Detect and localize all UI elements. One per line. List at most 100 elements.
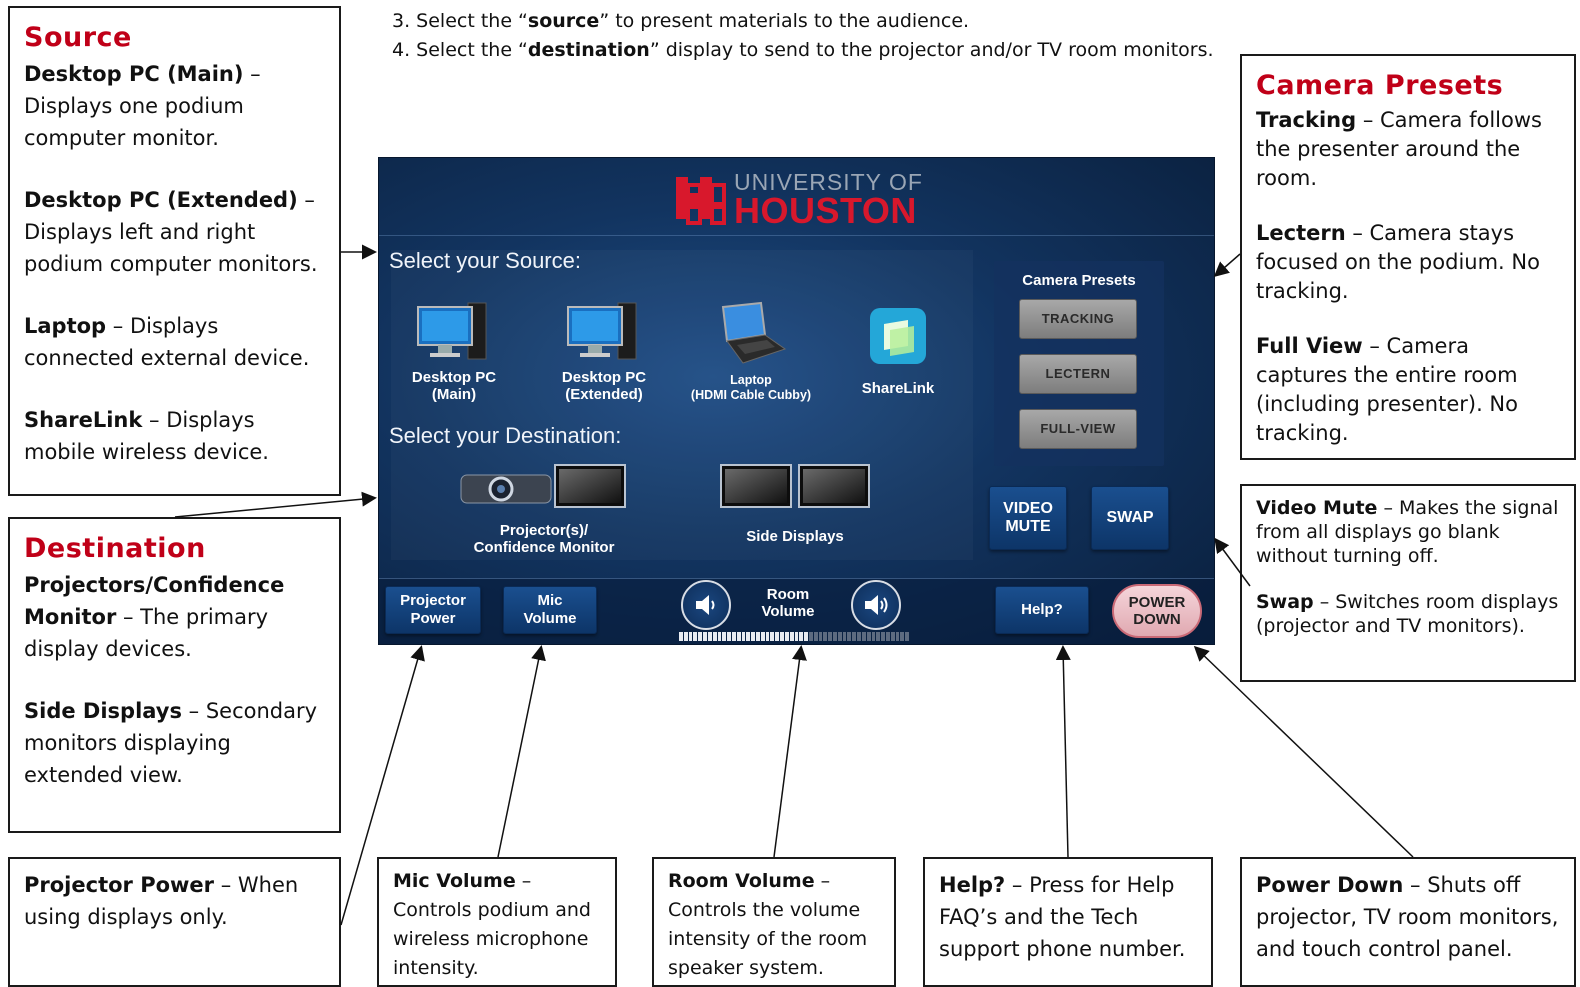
swap-button[interactable]: SWAP	[1091, 486, 1169, 550]
volume-meter-segment	[765, 632, 770, 641]
volume-meter-segment	[722, 632, 727, 641]
arrow	[1213, 253, 1241, 277]
panel-header: UNIVERSITY OF HOUSTON	[379, 158, 1214, 236]
volume-meter-segment	[731, 632, 736, 641]
room-volume-label: Room Volume	[761, 586, 815, 620]
camera-presets-title: Camera Presets	[1022, 272, 1136, 289]
camera-tracking-button[interactable]: TRACKING	[1019, 299, 1137, 339]
volume-meter-segment	[842, 632, 847, 641]
volume-meter-segment	[707, 632, 712, 641]
source-item: ShareLink – Displays mobile wireless dev…	[24, 408, 269, 464]
volume-meter-segment	[746, 632, 751, 641]
volume-meter-segment	[837, 632, 842, 641]
volume-meter-segment	[847, 632, 852, 641]
desktop-pc-icon	[567, 302, 637, 360]
volume-meter-segment	[881, 632, 885, 641]
camera-presets-heading: Camera Presets	[1256, 70, 1504, 101]
tv-monitor-icon	[720, 464, 870, 508]
source-heading: Source	[24, 22, 132, 53]
volume-meter-segment	[770, 632, 775, 641]
video-mute-button[interactable]: VIDEO MUTE	[989, 486, 1067, 550]
desktop-pc-icon	[417, 302, 487, 360]
volume-meter-segment	[823, 632, 828, 641]
volume-meter-segment	[780, 632, 784, 641]
destination-side-displays[interactable]: Side Displays	[719, 463, 871, 545]
volume-meter-segment	[775, 632, 780, 641]
volume-meter-segment	[804, 632, 808, 641]
university-logo: UNIVERSITY OF HOUSTON	[674, 170, 923, 229]
volume-meter-segment	[905, 632, 909, 641]
arrow	[497, 645, 546, 858]
source-sharelink[interactable]: ShareLink	[823, 306, 973, 397]
volume-meter-segment	[751, 632, 755, 641]
projector-power-button[interactable]: Projector Power	[385, 586, 481, 634]
volume-meter-segment	[760, 632, 765, 641]
camera-item: Lectern – Camera stays focused on the po…	[1256, 221, 1540, 303]
speaker-volume-up-icon	[865, 595, 888, 615]
volume-meter-segment	[818, 632, 823, 641]
volume-meter-segment	[885, 632, 890, 641]
volume-meter-segment	[852, 632, 857, 641]
volume-meter-segment	[698, 632, 703, 641]
source-desktop-pc-extended[interactable]: Desktop PC (Extended)	[529, 301, 679, 403]
destination-projector[interactable]: Projector(s)/Confidence Monitor	[459, 463, 629, 556]
destination-annotation-box: Destination Projectors/Confidence Monito…	[8, 517, 341, 833]
camera-full-view-button[interactable]: FULL-VIEW	[1019, 409, 1137, 449]
volume-meter-segment	[833, 632, 837, 641]
volume-meter-segment	[736, 632, 741, 641]
camera-presets-panel: Camera Presets TRACKING LECTERN FULL-VIE…	[994, 261, 1164, 466]
sharelink-icon	[870, 308, 926, 364]
power-down-annotation-box: Power Down – Shuts off projector, TV roo…	[1240, 857, 1576, 987]
uh-logo-icon	[676, 177, 726, 225]
volume-meter-segment	[741, 632, 746, 641]
instruction-step-4: 4. Select the “destination” display to s…	[392, 39, 1214, 61]
room-volume-annotation-box: Room Volume – Controls the volume intens…	[652, 857, 896, 987]
volume-meter-segment	[890, 632, 895, 641]
room-volume-meter[interactable]	[679, 632, 909, 641]
volume-meter-segment	[683, 632, 688, 641]
volume-meter-segment	[861, 632, 866, 641]
destination-item: Side Displays – Secondary monitors displ…	[24, 699, 318, 787]
camera-item: Full View – Camera captures the entire r…	[1256, 334, 1518, 445]
volume-meter-segment	[703, 632, 707, 641]
volume-up-button[interactable]	[851, 580, 901, 630]
mic-volume-annotation-box: Mic Volume – Controls podium and wireles…	[377, 857, 617, 987]
source-annotation-box: Source Desktop PC (Main) – Displays one …	[8, 6, 341, 496]
arrow	[174, 491, 377, 518]
source-laptop[interactable]: Laptop (HDMI Cable Cubby)	[676, 301, 826, 403]
volume-meter-segment	[789, 632, 794, 641]
destination-item: Projectors/Confidence Monitor – The prim…	[24, 573, 285, 661]
volume-meter-segment	[799, 632, 804, 641]
video-item: Swap – Switches room displays (projector…	[1256, 591, 1559, 637]
arrow	[773, 645, 807, 858]
volume-meter-segment	[866, 632, 871, 641]
volume-meter-segment	[900, 632, 905, 641]
arrow	[1055, 645, 1071, 858]
volume-meter-segment	[876, 632, 881, 641]
volume-meter-segment	[828, 632, 832, 641]
volume-meter-segment	[808, 632, 813, 641]
volume-meter-segment	[679, 632, 683, 641]
volume-meter-segment	[813, 632, 818, 641]
camera-presets-annotation-box: Camera Presets Tracking – Camera follows…	[1240, 54, 1576, 460]
volume-meter-segment	[784, 632, 789, 641]
source-desktop-pc-main[interactable]: Desktop PC (Main)	[379, 301, 529, 403]
volume-meter-segment	[688, 632, 693, 641]
help-annotation-box: Help? – Press for Help FAQ’s and the Tec…	[923, 857, 1213, 987]
video-item: Video Mute – Makes the signal from all d…	[1256, 497, 1559, 567]
volume-meter-segment	[895, 632, 900, 641]
select-destination-title: Select your Destination:	[389, 423, 622, 448]
power-down-button[interactable]: POWER DOWN	[1112, 584, 1202, 638]
projector-icon	[460, 464, 626, 508]
projector-power-annotation-box: Projector Power – When using displays on…	[8, 857, 341, 987]
mic-volume-button[interactable]: Mic Volume	[503, 586, 597, 634]
source-item: Desktop PC (Extended) – Displays left an…	[24, 188, 318, 276]
volume-meter-segment	[756, 632, 760, 641]
volume-meter-segment	[712, 632, 717, 641]
camera-lectern-button[interactable]: LECTERN	[1019, 354, 1137, 394]
volume-meter-segment	[871, 632, 876, 641]
help-button[interactable]: Help?	[995, 586, 1089, 634]
volume-down-button[interactable]	[681, 580, 731, 630]
touch-control-panel: UNIVERSITY OF HOUSTON Select your Source…	[378, 157, 1215, 645]
volume-meter-segment	[794, 632, 799, 641]
